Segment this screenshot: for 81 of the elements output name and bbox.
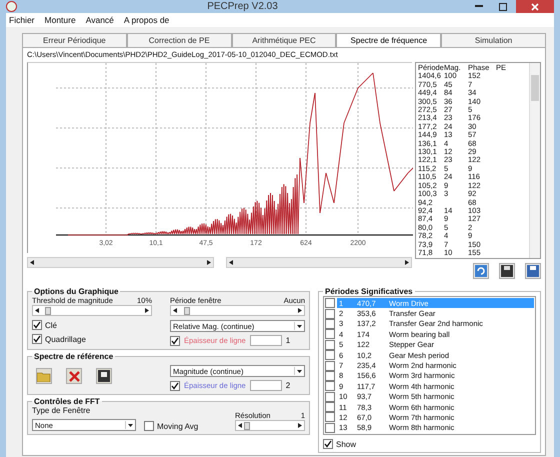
checkbox[interactable] [325, 412, 335, 422]
checkbox[interactable] [170, 380, 180, 390]
maximize-icon [499, 2, 507, 10]
checkbox[interactable] [325, 402, 335, 412]
checkbox[interactable] [325, 318, 335, 329]
checkbox-label: Moving Avg [157, 422, 198, 430]
right-arrow-icon [143, 307, 151, 314]
open-button[interactable] [36, 368, 52, 384]
scrollbar[interactable] [529, 63, 540, 258]
refresh-icon [475, 265, 487, 277]
checkbox[interactable] [325, 308, 335, 319]
line-width-value: 1 [286, 336, 290, 345]
period-slider[interactable] [170, 305, 305, 316]
right-arrow-icon [403, 259, 411, 266]
scrollbar[interactable] [27, 257, 214, 268]
group-title: Options du Graphique [33, 287, 120, 296]
save-icon [527, 265, 539, 277]
dropdown-arrow-icon [294, 322, 304, 330]
window-title: PECPrep V2.03 [206, 1, 279, 12]
scrollbar[interactable] [226, 257, 412, 268]
tab[interactable]: Arithmétique PEC [232, 33, 336, 47]
checkbox[interactable] [325, 350, 335, 360]
app-icon [6, 1, 17, 12]
tab[interactable]: Correction de PE [126, 33, 232, 47]
checkbox[interactable] [32, 334, 42, 344]
line-width-value: 2 [286, 381, 290, 390]
checkbox[interactable] [323, 439, 333, 450]
menu-item[interactable]: Avancé [86, 15, 114, 25]
group-title: Contrôles de FFT [33, 397, 101, 406]
save-button[interactable] [499, 263, 515, 279]
checkbox[interactable] [144, 421, 154, 431]
checkbox[interactable] [325, 392, 335, 402]
checkbox[interactable] [325, 360, 335, 371]
line-width-spinner[interactable] [250, 335, 282, 346]
checkbox[interactable] [325, 329, 335, 340]
line-width-spinner[interactable] [250, 380, 282, 391]
left-arrow-icon [28, 259, 36, 266]
left-arrow-icon [236, 422, 244, 429]
checkbox[interactable] [325, 340, 335, 350]
close-icon [68, 370, 80, 382]
checkbox[interactable] [325, 381, 335, 392]
save-button[interactable] [96, 368, 112, 384]
slider-thumb[interactable] [184, 306, 190, 314]
save-icon [98, 370, 110, 382]
tab[interactable]: Spectre de fréquence [336, 33, 442, 47]
field-label: Type de Fenêtre [32, 406, 92, 415]
dropdown-arrow-icon [125, 421, 135, 429]
menu-item[interactable]: Fichier [9, 15, 35, 25]
delete-button[interactable] [66, 368, 82, 384]
tab[interactable]: Simulation [441, 33, 546, 47]
resolution-slider[interactable] [235, 420, 305, 431]
right-arrow-icon [296, 422, 304, 429]
checkbox[interactable] [325, 298, 335, 308]
checkbox-label: Clé [45, 320, 58, 330]
checkbox[interactable] [325, 422, 335, 433]
slider-thumb[interactable] [45, 306, 52, 314]
threshold-slider[interactable] [32, 305, 152, 316]
close-icon [531, 2, 539, 10]
save-button[interactable] [525, 263, 541, 279]
left-arrow-icon [33, 307, 41, 314]
menu-item[interactable]: Monture [44, 15, 76, 25]
save-icon [501, 265, 513, 277]
minimize-icon [475, 5, 483, 8]
checkbox[interactable] [170, 336, 180, 346]
checkbox-label: Show [336, 440, 356, 449]
slider-thumb[interactable] [244, 422, 250, 430]
checkbox[interactable] [325, 370, 335, 381]
dropdown-arrow-icon [294, 367, 304, 375]
refresh-button[interactable] [473, 263, 489, 279]
tab[interactable]: Erreur Périodique [22, 33, 127, 47]
group-title: Périodes Significatives [324, 287, 414, 296]
menu-item[interactable]: A propos de [124, 15, 170, 25]
folder-icon [37, 370, 51, 382]
left-arrow-icon [226, 259, 234, 266]
checkbox-label: Quadrillage [45, 334, 86, 344]
right-arrow-icon [296, 307, 304, 314]
group-title: Spectre de référence [33, 352, 114, 361]
right-arrow-icon [204, 259, 212, 266]
checkbox[interactable] [32, 320, 42, 330]
left-arrow-icon [171, 307, 179, 314]
close-button[interactable] [516, 0, 554, 13]
